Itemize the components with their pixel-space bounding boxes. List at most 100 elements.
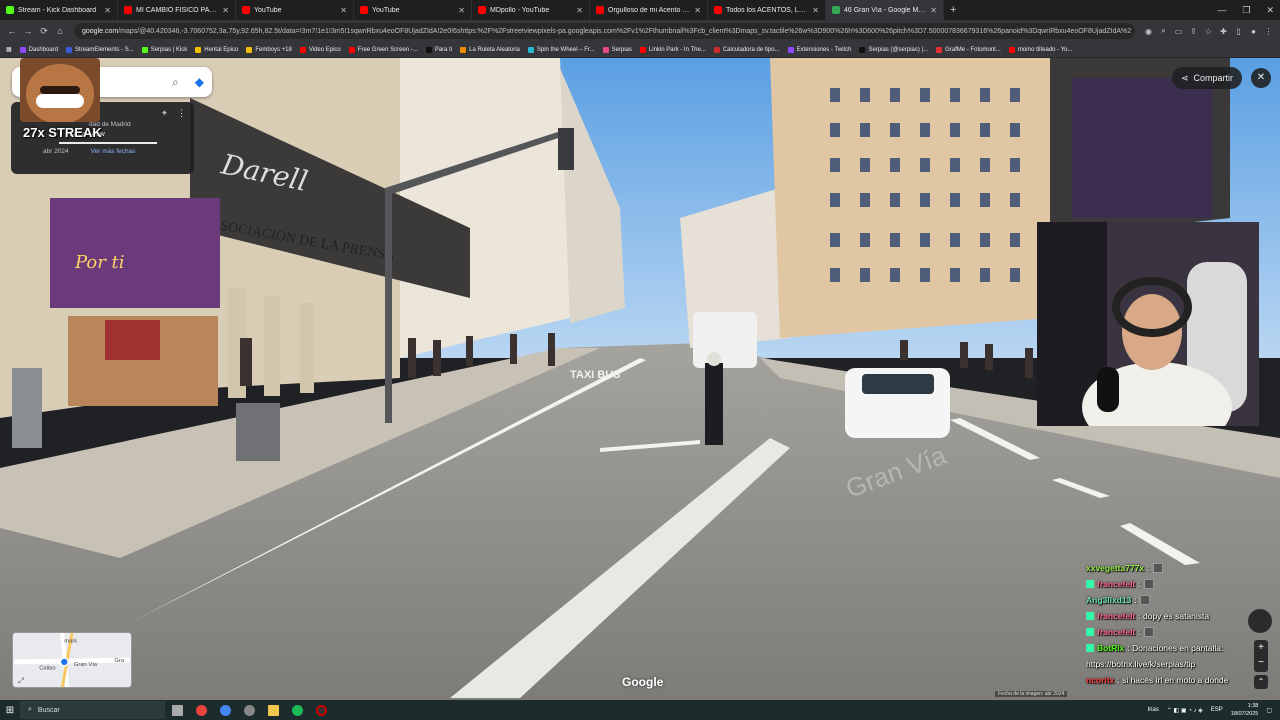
address-bar[interactable]: google.com/maps/@40.420346,-3.7060752,3a… [74,23,1135,39]
tray-icons[interactable]: ⌃ ◧ ▣ ◔ ♪ ◈ [1167,707,1203,714]
folder-icon[interactable] [261,700,285,720]
tab-close-icon[interactable]: ✕ [340,6,347,15]
tab-close-icon[interactable]: ✕ [576,6,583,15]
chat-username[interactable]: francefelt [1097,579,1135,589]
bookmark-item[interactable]: Hentai Epico [195,46,238,53]
clock[interactable]: 1:38 18/07/2025 [1231,702,1259,718]
right-building [770,58,1050,338]
tab-1[interactable]: MI CAMBIO FÍSICO PARA LA V✕ [118,0,236,20]
tab-6[interactable]: Todos los ACENTOS, LENGUAS✕ [708,0,826,20]
chrome-icon[interactable] [189,700,213,720]
face-mouth [36,94,84,108]
bookmark-item[interactable]: Serpias [602,46,632,53]
search-icon[interactable]: ⌕ [172,75,179,90]
tab-2[interactable]: YouTube ✕ [236,0,354,20]
tab-close-icon[interactable]: ✕ [458,6,465,15]
bookmark-item[interactable]: Extensiones - Twitch [787,46,851,53]
minimize-icon[interactable]: — [1217,5,1226,15]
notification-icon[interactable]: ▢ [1266,707,1272,714]
tab-4[interactable]: MDpollo - YouTube ✕ [472,0,590,20]
zoom-out-icon[interactable]: − [1258,657,1264,668]
tab-close-icon[interactable]: ✕ [104,6,111,15]
bookmark-item[interactable]: Spin the Wheel – Fr... [527,46,595,53]
chat-username[interactable]: francefelt [1097,627,1135,637]
chat-username[interactable]: francefelt [1097,611,1135,621]
streamer-webcam [1037,222,1259,426]
tab-close-icon[interactable]: ✕ [930,6,937,15]
bookmark-item[interactable]: GrafMe - Fotomont... [936,46,1001,53]
tab-5[interactable]: Orgulloso de mi Acento Canar✕ [590,0,708,20]
maximize-icon[interactable]: ❐ [1242,5,1250,16]
see-more-dates-link[interactable]: Ver más fechas [91,148,136,155]
taxi-bus-marking: TAXI BUS [570,369,621,381]
bookmark-label: Free Green Screen -... [357,46,418,53]
share-icon[interactable]: ⇪ [1186,27,1201,36]
bookmark-item[interactable]: momo tilteado - Yo... [1008,46,1073,53]
tab-close-icon[interactable]: ✕ [222,6,229,15]
share-button[interactable]: ⋖ Compartir [1172,67,1242,89]
bookmark-item[interactable]: Video Epico [299,46,341,53]
bookmark-item[interactable]: Calculadora de tipo... [713,46,780,53]
tab-strip: Stream - Kick Dashboard ✕ MI CAMBIO FÍSICO… [0,0,1280,20]
tab-close-icon[interactable]: ✕ [812,6,819,15]
close-street-view-button[interactable]: ✕ [1251,68,1271,88]
location-pin-icon[interactable]: ⌖ [162,108,167,119]
chat-username[interactable]: BotRix [1097,643,1124,653]
home-icon[interactable]: ⌂ [52,26,68,36]
directions-icon[interactable]: ◆ [195,75,204,89]
bookmark-favicon-icon [639,46,646,53]
more-options-icon[interactable]: ⋮ [177,108,186,119]
chat-username[interactable]: ncoritx [1086,675,1114,685]
street-view-viewport[interactable]: Darell ASOCIACION DE LA PRENSA Por ti TA… [0,58,1280,700]
menu-icon[interactable]: ⋮ [1261,27,1276,36]
bookmark-favicon-icon [936,46,943,53]
obs-icon[interactable] [309,700,333,720]
bookmark-item[interactable]: Linkin Park - In The... [639,46,706,53]
start-icon[interactable]: ⊞ [0,705,20,716]
install-icon[interactable]: ▭ [1171,27,1186,36]
meme-face-image [20,58,100,122]
bookmark-item[interactable]: Dashboard [19,46,58,53]
forward-icon[interactable]: → [20,26,36,36]
pegman-icon[interactable]: ⌃ [1254,675,1268,689]
zoom-control[interactable]: + − [1254,640,1268,672]
back-icon[interactable]: ← [4,26,20,36]
chat-username[interactable]: xxvegetta777x [1086,563,1144,573]
close-window-icon[interactable]: ✕ [1266,5,1274,16]
profile-icon[interactable]: ● [1246,27,1261,36]
reload-icon[interactable]: ⟳ [36,26,52,37]
apps-icon[interactable]: ▦ [6,46,12,53]
tab-3[interactable]: YouTube ✕ [354,0,472,20]
bookmark-item[interactable]: Para ti [425,46,452,53]
chrome-profile-icon[interactable] [213,700,237,720]
chat-text: : si haces irl en moto a donde [1117,675,1229,685]
tab-close-icon[interactable]: ✕ [694,6,701,15]
zoom-in-icon[interactable]: + [1258,642,1264,653]
taskbar-search[interactable]: ⌕ Buscar [20,701,165,719]
bookmark-favicon-icon [460,46,467,53]
app-icon[interactable] [237,700,261,720]
minimap[interactable]: mark Callao Gran Vía Gra ⤢ [12,632,132,688]
tab-7[interactable]: 46 Gran Vía - Google Maps ✕ [826,0,944,20]
new-tab-button[interactable]: + [950,0,956,20]
extensions-icon[interactable]: ✚ [1216,27,1231,36]
location-icon[interactable]: ◉ [1141,27,1156,36]
chat-text: : dopy es satanista [1138,611,1210,621]
compass-icon[interactable] [1248,609,1272,633]
sidebar-icon[interactable]: ▯ [1231,27,1246,36]
language-indicator[interactable]: ESP [1211,707,1223,713]
bookmark-item[interactable]: StreamElements - S... [66,46,134,53]
task-view-icon[interactable] [165,700,189,720]
chat-username[interactable]: Ang3lIxd13 [1086,595,1131,605]
spotify-icon[interactable] [285,700,309,720]
bookmark-item[interactable]: Free Green Screen -... [348,46,418,53]
zoom-icon[interactable]: ⌕ [1156,26,1171,36]
weather-text[interactable]: Irias [1147,707,1158,713]
bookmark-item[interactable]: Serpias | Kick [141,46,187,53]
star-icon[interactable]: ☆ [1201,27,1216,36]
tab-0[interactable]: Stream - Kick Dashboard ✕ [0,0,118,20]
bookmark-item[interactable]: Serpias (@serpias) |... [859,46,928,53]
bookmark-item[interactable]: Femboys +18 [246,46,292,53]
bookmark-item[interactable]: La Ruleta Aleatoria [460,46,520,53]
taskbar-search-placeholder: Buscar [37,706,60,714]
